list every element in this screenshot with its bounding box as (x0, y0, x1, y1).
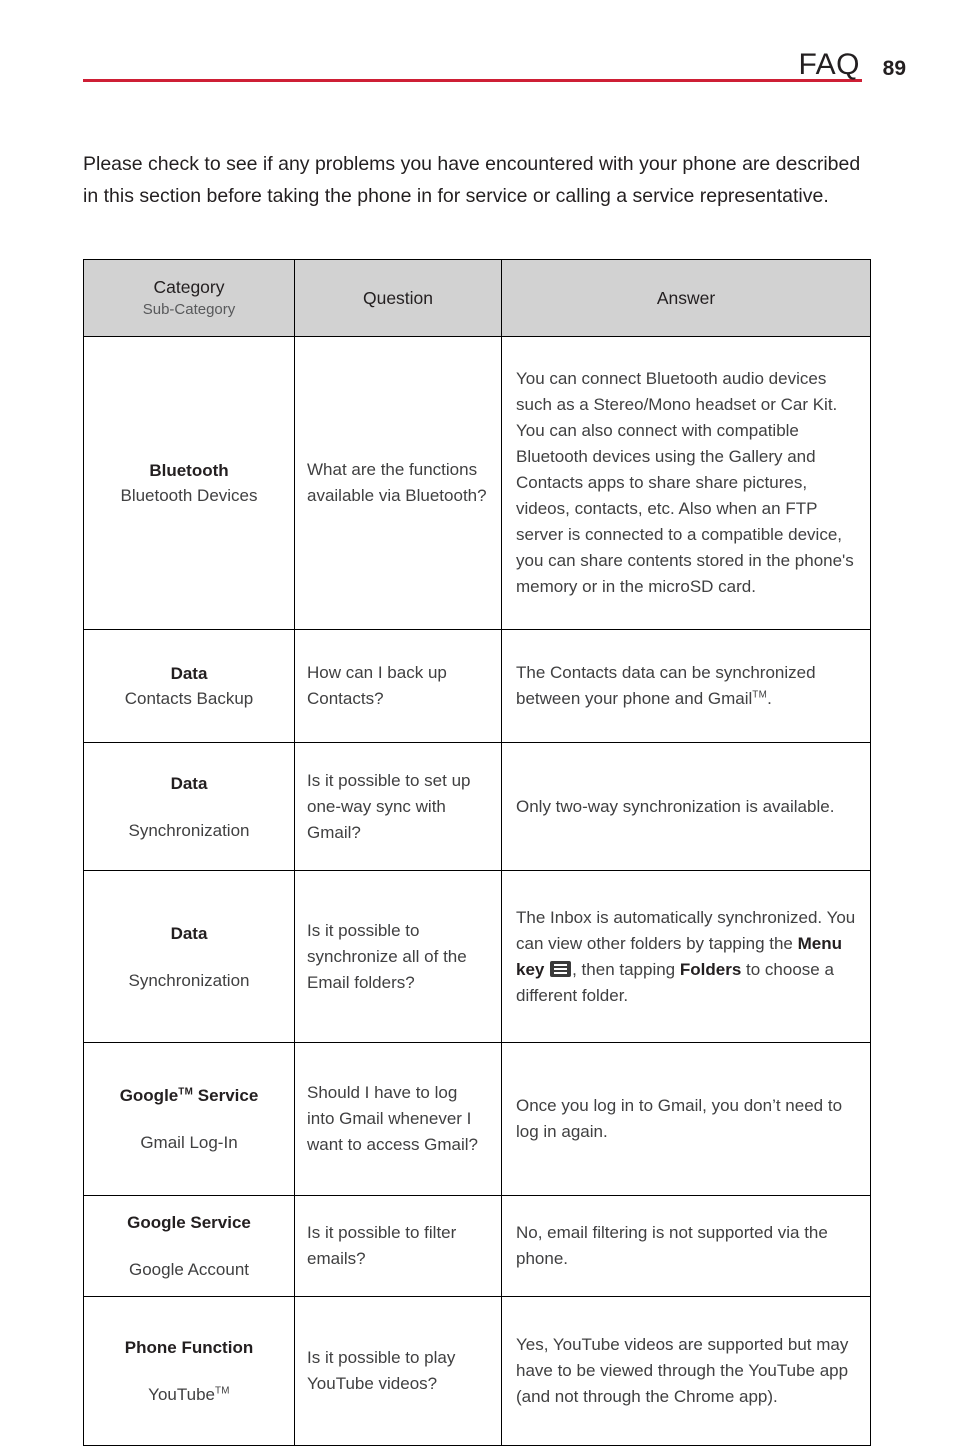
column-header-category-main: Category (153, 277, 225, 297)
row-question-cell: How can I back up Contacts? (294, 629, 502, 743)
page-title: FAQ (798, 48, 860, 81)
subcategory-label: Google Account (128, 1260, 250, 1279)
table-header-row: Category Sub-Category Question Answer (83, 259, 871, 337)
subcategory-label: Contacts Backup (124, 689, 254, 708)
column-header-category: Category Sub-Category (83, 259, 295, 337)
category-label-suffix: Service (193, 1086, 259, 1105)
trademark-mark: TM (214, 1385, 230, 1397)
row-category-cell: Data Synchronization (83, 870, 295, 1043)
row-category-cell: GoogleTM Service Gmail Log-In (83, 1042, 295, 1196)
row-category-cell: Phone Function YouTubeTM (83, 1296, 295, 1446)
subcategory-label-text: YouTube (148, 1385, 215, 1404)
faq-table: Category Sub-Category Question Answer Bl… (83, 259, 871, 1446)
column-header-question-label: Question (362, 287, 434, 308)
row-answer-cell: Yes, YouTube videos are supported but ma… (501, 1296, 871, 1446)
row-question-cell: Should I have to log into Gmail whenever… (294, 1042, 502, 1196)
row-category-cell: Bluetooth Bluetooth Devices (83, 336, 295, 630)
category-label: GoogleTM Service (94, 1083, 284, 1108)
column-header-answer-label: Answer (656, 287, 716, 308)
table-row: Google Service Google Account Is it poss… (83, 1195, 871, 1297)
subcategory-label: Gmail Log-In (140, 1133, 238, 1152)
menu-key-icon (550, 960, 572, 977)
trademark-mark: TM (178, 1086, 194, 1098)
row-answer-cell: Only two-way synchronization is availabl… (501, 742, 871, 871)
table-row: Bluetooth Bluetooth Devices What are the… (83, 336, 871, 630)
table-row: Data Synchronization Is it possible to s… (83, 870, 871, 1043)
table-row: Phone Function YouTubeTM Is it possible … (83, 1296, 871, 1446)
row-answer-cell: The Contacts data can be synchronized be… (501, 629, 871, 743)
answer-text-tail: . (767, 689, 772, 708)
row-category-cell: Google Service Google Account (83, 1195, 295, 1297)
category-label: Phone Function (124, 1338, 254, 1357)
category-label: Data (170, 923, 208, 943)
table-row: GoogleTM Service Gmail Log-In Should I h… (83, 1042, 871, 1196)
row-question-cell: What are the functions available via Blu… (294, 336, 502, 630)
row-category-cell: Data Synchronization (83, 742, 295, 871)
subcategory-label: Synchronization (128, 970, 250, 990)
row-question-cell: Is it possible to synchronize all of the… (294, 870, 502, 1043)
category-label-text: Google (119, 1086, 179, 1105)
answer-text-part2: , then tapping (572, 959, 680, 979)
intro-paragraph: Please check to see if any problems you … (83, 153, 861, 207)
column-header-question: Question (294, 259, 502, 337)
trademark-mark: TM (752, 689, 768, 701)
row-answer-cell: You can connect Bluetooth audio devices … (501, 336, 871, 630)
header-rule (83, 79, 862, 82)
table-row: Data Synchronization Is it possible to s… (83, 742, 871, 871)
category-label: Data (170, 773, 208, 793)
column-header-category-sub: Sub-Category (142, 301, 236, 318)
category-label: Google Service (127, 1213, 251, 1232)
table-row: Data Contacts Backup How can I back up C… (83, 629, 871, 743)
category-label: Bluetooth (149, 461, 229, 480)
page-number: 89 (882, 57, 906, 80)
row-answer-cell: Once you log in to Gmail, you don’t need… (501, 1042, 871, 1196)
subcategory-label: Synchronization (128, 820, 250, 840)
row-answer-cell: The Inbox is automatically synchronized.… (501, 870, 871, 1043)
row-question-cell: Is it possible to filter emails? (294, 1195, 502, 1297)
row-answer-cell: No, email filtering is not supported via… (501, 1195, 871, 1297)
row-question-cell: Is it possible to play YouTube videos? (294, 1296, 502, 1446)
subcategory-label: YouTubeTM (94, 1382, 284, 1407)
subcategory-label: Bluetooth Devices (120, 486, 258, 505)
page-header: FAQ 89 (0, 0, 954, 100)
row-category-cell: Data Contacts Backup (83, 629, 295, 743)
column-header-answer: Answer (501, 259, 871, 337)
row-question-cell: Is it possible to set up one-way sync wi… (294, 742, 502, 871)
folders-label: Folders (679, 959, 742, 979)
category-label: Data (170, 664, 208, 683)
